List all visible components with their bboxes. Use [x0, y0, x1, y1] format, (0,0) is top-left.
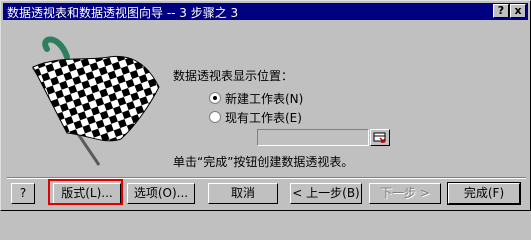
collapse-dialog-icon	[373, 132, 386, 143]
position-label: 数据透视表显示位置：	[173, 69, 294, 83]
title-bar: 数据透视表和数据透视图向导 -- 3 步骤之 3 ? x	[3, 3, 528, 20]
existing-worksheet-radio[interactable]	[209, 111, 221, 123]
existing-worksheet-label: 现有工作表(E)	[225, 111, 302, 125]
collapse-dialog-button[interactable]	[370, 129, 390, 146]
help-title-button[interactable]: ?	[493, 4, 509, 18]
help-button[interactable]: ?	[11, 183, 35, 204]
pivot-table-wizard-dialog: 数据透视表和数据透视图向导 -- 3 步骤之 3 ? x 数据透视表显示位置： …	[0, 0, 531, 211]
finish-button[interactable]: 完成(F)	[447, 182, 521, 205]
layout-button[interactable]: 版式(L)...	[53, 183, 121, 204]
close-button[interactable]: x	[510, 4, 526, 18]
options-button[interactable]: 选项(O)...	[127, 183, 195, 204]
hint-text: 单击“完成”按钮创建数据透视表。	[173, 155, 354, 169]
next-button[interactable]: 下一步 >	[369, 183, 441, 204]
cancel-button[interactable]: 取消	[208, 183, 278, 204]
window-title: 数据透视表和数据透视图向导 -- 3 步骤之 3	[7, 6, 239, 20]
back-button[interactable]: < 上一步(B)	[290, 183, 362, 204]
location-field[interactable]	[257, 129, 369, 146]
new-worksheet-label: 新建工作表(N)	[225, 92, 304, 106]
separator	[7, 177, 526, 179]
new-worksheet-radio[interactable]	[209, 92, 221, 104]
checkered-flag-icon	[9, 27, 169, 167]
